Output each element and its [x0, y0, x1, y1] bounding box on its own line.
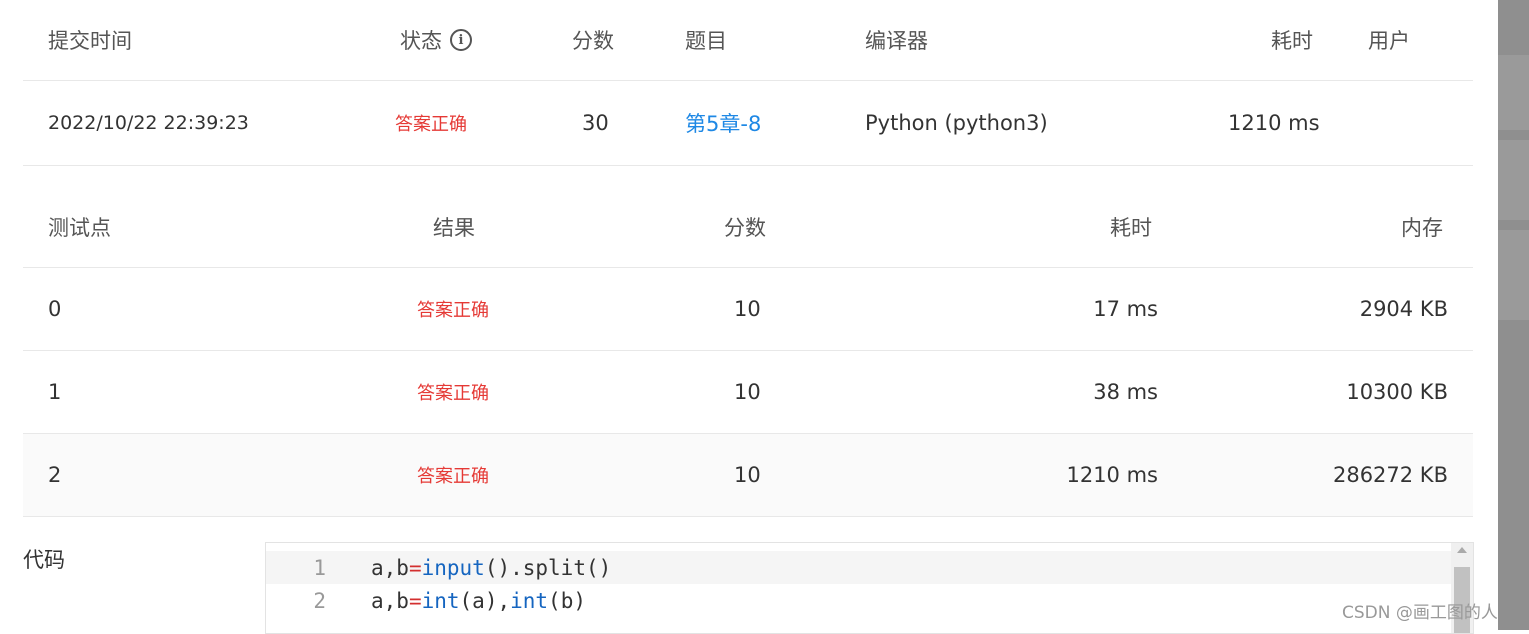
testpoint-score: 10 [734, 297, 761, 321]
submission-score: 30 [582, 111, 609, 135]
header-problem: 题目 [685, 29, 727, 53]
header-compiler: 编译器 [865, 29, 928, 53]
testpoint-id: 0 [48, 297, 62, 321]
testpoint-id: 1 [48, 380, 62, 404]
code-text: a,b=int(a),int(b) [371, 589, 586, 613]
testpoint-score: 10 [734, 463, 761, 487]
result-badge: 答案正确 [417, 383, 489, 404]
compiler-value: Python (python3) [865, 111, 1048, 135]
result-badge: 答案正确 [417, 466, 489, 487]
header-testpoint: 测试点 [48, 216, 111, 240]
header-result: 结果 [433, 216, 475, 240]
result-badge: 答案正确 [417, 300, 489, 321]
code-token: ().split() [484, 555, 612, 580]
testcase-header-row: 测试点 结果 分数 耗时 内存 [23, 187, 1473, 268]
header-submit-time: 提交时间 [48, 29, 132, 53]
submission-row: 2022/10/22 22:39:23 答案正确 30 第5章-8 Python… [23, 81, 1473, 166]
table-row: 2 答案正确 10 1210 ms 286272 KB [23, 434, 1473, 517]
scroll-up-icon[interactable] [1457, 547, 1467, 553]
code-line[interactable]: 2 a,b=int(a),int(b) [266, 584, 1451, 617]
testpoint-memory: 286272 KB [1332, 463, 1448, 487]
header-elapsed: 耗时 [1271, 29, 1313, 53]
code-line[interactable]: 1 a,b=input().split() [266, 551, 1451, 584]
side-panel-strip [1498, 0, 1529, 630]
watermark: CSDN @画工图的人 [1342, 603, 1498, 623]
header-status-label: 状态 [400, 29, 442, 53]
line-number: 2 [313, 588, 326, 613]
code-text: a,b=input().split() [371, 556, 611, 580]
testpoint-memory: 10300 KB [1346, 380, 1448, 404]
submission-header-row: 提交时间 状态 i 分数 题目 编译器 耗时 用户 [23, 0, 1473, 81]
code-token: a,b [371, 555, 409, 580]
testpoint-id: 2 [48, 463, 62, 487]
status-badge: 答案正确 [395, 114, 467, 135]
code-token: (b) [548, 588, 586, 613]
header-user: 用户 [1368, 29, 1410, 53]
info-icon[interactable]: i [450, 29, 472, 51]
table-row: 0 答案正确 10 17 ms 2904 KB [23, 268, 1473, 351]
header-tc-score: 分数 [724, 216, 766, 240]
testpoint-score: 10 [734, 380, 761, 404]
line-number: 1 [313, 555, 326, 580]
submission-elapsed: 1210 ms [1228, 111, 1320, 135]
code-operator: = [408, 555, 422, 580]
table-row: 1 答案正确 10 38 ms 10300 KB [23, 351, 1473, 434]
code-keyword: int [510, 588, 549, 613]
header-status: 状态 i [400, 0, 472, 80]
testpoint-elapsed: 1210 ms [1066, 463, 1158, 487]
code-token: (a), [459, 588, 511, 613]
code-label: 代码 [23, 548, 65, 572]
problem-link[interactable]: 第5章-8 [685, 81, 761, 165]
submit-time: 2022/10/22 22:39:23 [48, 112, 249, 134]
testpoint-memory: 2904 KB [1359, 297, 1448, 321]
testpoint-elapsed: 38 ms [1093, 380, 1158, 404]
code-operator: = [408, 588, 422, 613]
header-memory: 内存 [1401, 216, 1443, 240]
header-tc-elapsed: 耗时 [1110, 216, 1152, 240]
code-keyword: input [421, 555, 485, 580]
testpoint-elapsed: 17 ms [1093, 297, 1158, 321]
code-token: a,b [371, 588, 409, 613]
submission-detail: 提交时间 状态 i 分数 题目 编译器 耗时 用户 2022/10/22 22:… [23, 0, 1473, 630]
code-editor[interactable]: 1 a,b=input().split() 2 a,b=int(a),int(b… [265, 542, 1474, 634]
code-keyword: int [421, 588, 460, 613]
header-score: 分数 [572, 29, 614, 53]
